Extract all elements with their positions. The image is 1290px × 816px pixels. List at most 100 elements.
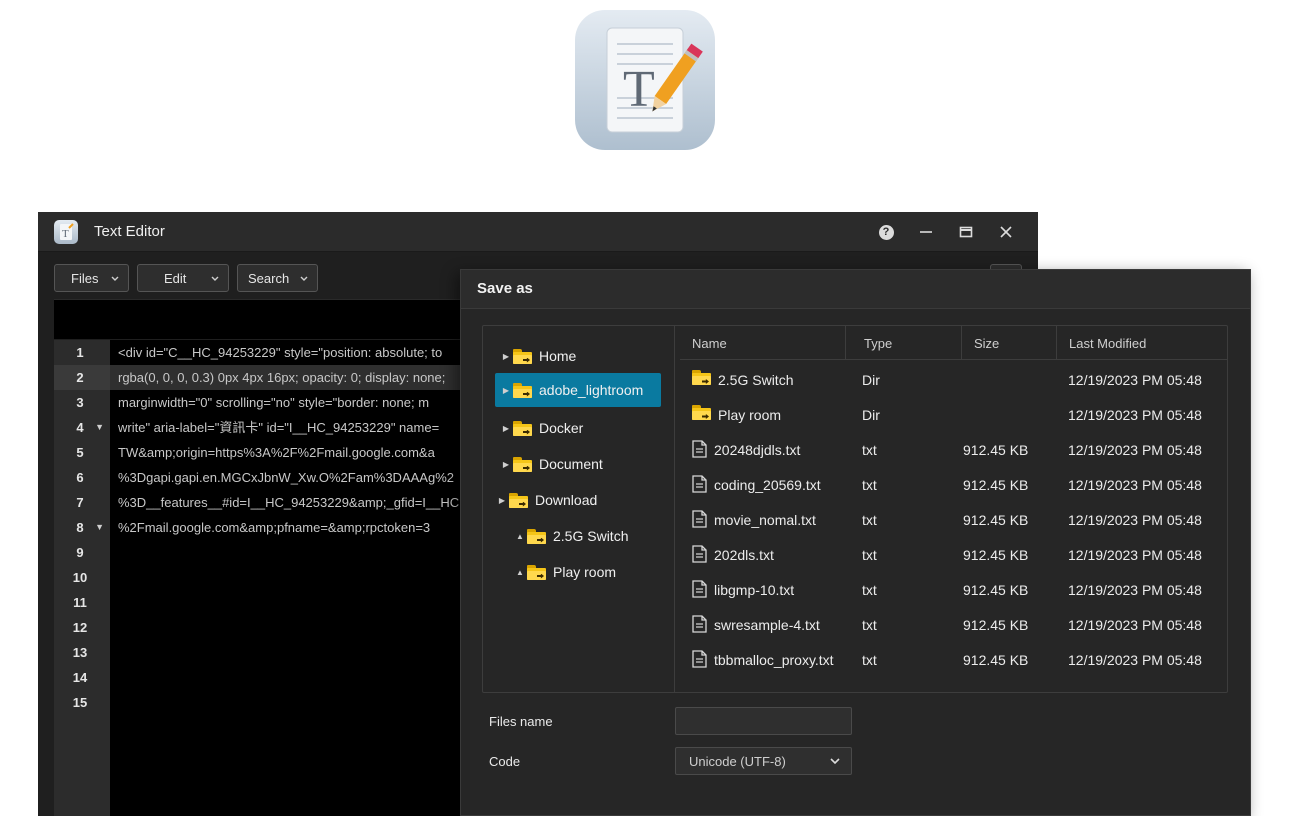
line-number-text: 13 — [72, 645, 88, 660]
close-icon[interactable] — [996, 222, 1016, 242]
tree-item-adobe-lightroom[interactable]: ▶ adobe_lightroom — [495, 373, 661, 407]
file-icon — [692, 440, 707, 458]
file-row[interactable]: tbbmalloc_proxy.txt txt 912.45 KB 12/19/202… — [680, 643, 1228, 678]
file-icon — [692, 545, 707, 563]
line-number: 1 — [54, 340, 110, 365]
file-type: txt — [862, 547, 877, 563]
tree-item-download[interactable]: ▶ Download — [495, 483, 667, 517]
minimize-icon[interactable] — [916, 222, 936, 242]
code-select[interactable]: Unicode (UTF-8) — [675, 747, 852, 775]
app-logo-icon: T — [575, 10, 715, 150]
expand-arrow-icon[interactable]: ▶ — [499, 386, 513, 395]
file-name: Play room — [718, 407, 782, 423]
file-name: libgmp-10.txt — [714, 582, 795, 598]
files-menu-button[interactable]: Files — [54, 264, 129, 292]
tree-item-label: 2.5G Switch — [553, 528, 629, 544]
file-size: 912.45 KB — [963, 477, 1029, 493]
file-row[interactable]: swresample-4.txt txt 912.45 KB 12/19/2023 P… — [680, 608, 1228, 643]
tree-item-docker[interactable]: ▶ Docker — [499, 411, 667, 445]
file-row[interactable]: libgmp-10.txt txt 912.45 KB 12/19/2023 PM 0… — [680, 573, 1228, 608]
file-type: txt — [862, 512, 877, 528]
file-modified: 12/19/2023 PM 05:48 — [1068, 512, 1202, 528]
tree-item-label: Document — [539, 456, 603, 472]
search-menu-label: Search — [248, 270, 290, 286]
file-size: 912.45 KB — [963, 512, 1029, 528]
tree-item-2-5g-switch[interactable]: ▲ 2.5G Switch — [513, 519, 667, 553]
file-type: txt — [862, 442, 877, 458]
tree-item-label: Docker — [539, 420, 584, 436]
file-list: Name Type Size Last Modified 2.5G Switch… — [676, 326, 1228, 692]
search-menu-button[interactable]: Search — [237, 264, 318, 292]
file-modified: 12/19/2023 PM 05:48 — [1068, 442, 1202, 458]
line-number: 3 — [54, 390, 110, 415]
expand-arrow-icon[interactable]: ▶ — [495, 496, 509, 505]
folder-icon — [513, 456, 532, 472]
file-type: Dir — [862, 407, 880, 423]
file-row[interactable]: 2.5G Switch Dir 12/19/2023 PM 05:48 — [680, 363, 1228, 398]
collapse-arrow-icon[interactable]: ▲ — [513, 532, 527, 541]
file-size: 912.45 KB — [963, 617, 1029, 633]
line-number-text: 3 — [76, 395, 84, 410]
file-name-cell: 202dls.txt — [692, 538, 774, 573]
expand-arrow-icon[interactable]: ▶ — [499, 460, 513, 469]
line-number-text: 10 — [72, 570, 88, 585]
file-row[interactable]: 20248djdls.txt txt 912.45 KB 12/19/2023 PM … — [680, 433, 1228, 468]
tree-item-label: Play room — [553, 564, 617, 580]
tree-item-home[interactable]: ▶ Home — [499, 339, 667, 373]
expand-arrow-icon[interactable]: ▶ — [499, 424, 513, 433]
line-number: 10 — [54, 565, 110, 590]
line-number-text: 2 — [76, 370, 84, 385]
code-select-value: Unicode (UTF-8) — [689, 754, 786, 769]
file-name-cell: coding_20569.txt — [692, 468, 821, 503]
file-name: swresample-4.txt — [714, 617, 820, 633]
file-type: txt — [862, 652, 877, 668]
maximize-icon[interactable] — [956, 222, 976, 242]
chevron-down-icon — [300, 276, 308, 281]
save-as-dialog: Save as ▶ Home ▶ adobe_lightroom ▶ Docker ▶ Doc… — [460, 269, 1251, 816]
expand-arrow-icon[interactable]: ▶ — [499, 352, 513, 361]
edit-menu-label: Edit — [164, 270, 187, 286]
file-size: 912.45 KB — [963, 652, 1029, 668]
file-row[interactable]: coding_20569.txt txt 912.45 KB 12/19/2023 P… — [680, 468, 1228, 503]
title-bar: T Text Editor ? — [38, 212, 1038, 252]
line-number: 12 — [54, 615, 110, 640]
folder-icon — [692, 405, 711, 420]
svg-text:T: T — [62, 228, 69, 240]
tree-item-label: adobe_lightroom — [539, 382, 644, 398]
file-name: movie_nomal.txt — [714, 512, 816, 528]
line-number-text: 1 — [76, 345, 84, 360]
files-name-input[interactable] — [675, 707, 852, 735]
fold-toggle-icon[interactable]: ▼ — [95, 515, 104, 540]
file-name: coding_20569.txt — [714, 477, 821, 493]
file-row[interactable]: Play room Dir 12/19/2023 PM 05:48 — [680, 398, 1228, 433]
file-row[interactable]: 202dls.txt txt 912.45 KB 12/19/2023 PM 05:4… — [680, 538, 1228, 573]
column-header-type[interactable]: Type — [846, 326, 962, 360]
column-header-name[interactable]: Name — [680, 326, 846, 360]
file-name: tbbmalloc_proxy.txt — [714, 652, 834, 668]
file-name: 2.5G Switch — [718, 372, 794, 388]
line-number-text: 14 — [72, 670, 88, 685]
column-header-last-modified[interactable]: Last Modified — [1057, 326, 1228, 360]
help-icon[interactable]: ? — [876, 222, 896, 242]
line-number: 14 — [54, 665, 110, 690]
folder-icon — [509, 492, 528, 508]
fold-toggle-icon[interactable]: ▼ — [95, 415, 104, 440]
file-row[interactable]: movie_nomal.txt txt 912.45 KB 12/19/2023 PM… — [680, 503, 1228, 538]
edit-menu-button[interactable]: Edit — [137, 264, 229, 292]
tree-item-play-room[interactable]: ▲ Play room — [513, 555, 667, 589]
folder-icon — [527, 528, 546, 544]
line-number: 2 — [54, 365, 110, 390]
file-size: 912.45 KB — [963, 582, 1029, 598]
line-number: 5 — [54, 440, 110, 465]
chevron-down-icon — [111, 276, 119, 281]
column-header-size[interactable]: Size — [962, 326, 1057, 360]
file-modified: 12/19/2023 PM 05:48 — [1068, 547, 1202, 563]
line-number-text: 4 — [76, 420, 84, 435]
files-name-label: Files name — [489, 714, 553, 729]
file-name-cell: libgmp-10.txt — [692, 573, 794, 608]
collapse-arrow-icon[interactable]: ▲ — [513, 568, 527, 577]
folder-icon — [527, 564, 546, 580]
file-list-header: Name Type Size Last Modified — [680, 326, 1228, 360]
file-browser: ▶ Home ▶ adobe_lightroom ▶ Docker ▶ Document ▶ Do… — [482, 325, 1228, 693]
tree-item-document[interactable]: ▶ Document — [499, 447, 667, 481]
